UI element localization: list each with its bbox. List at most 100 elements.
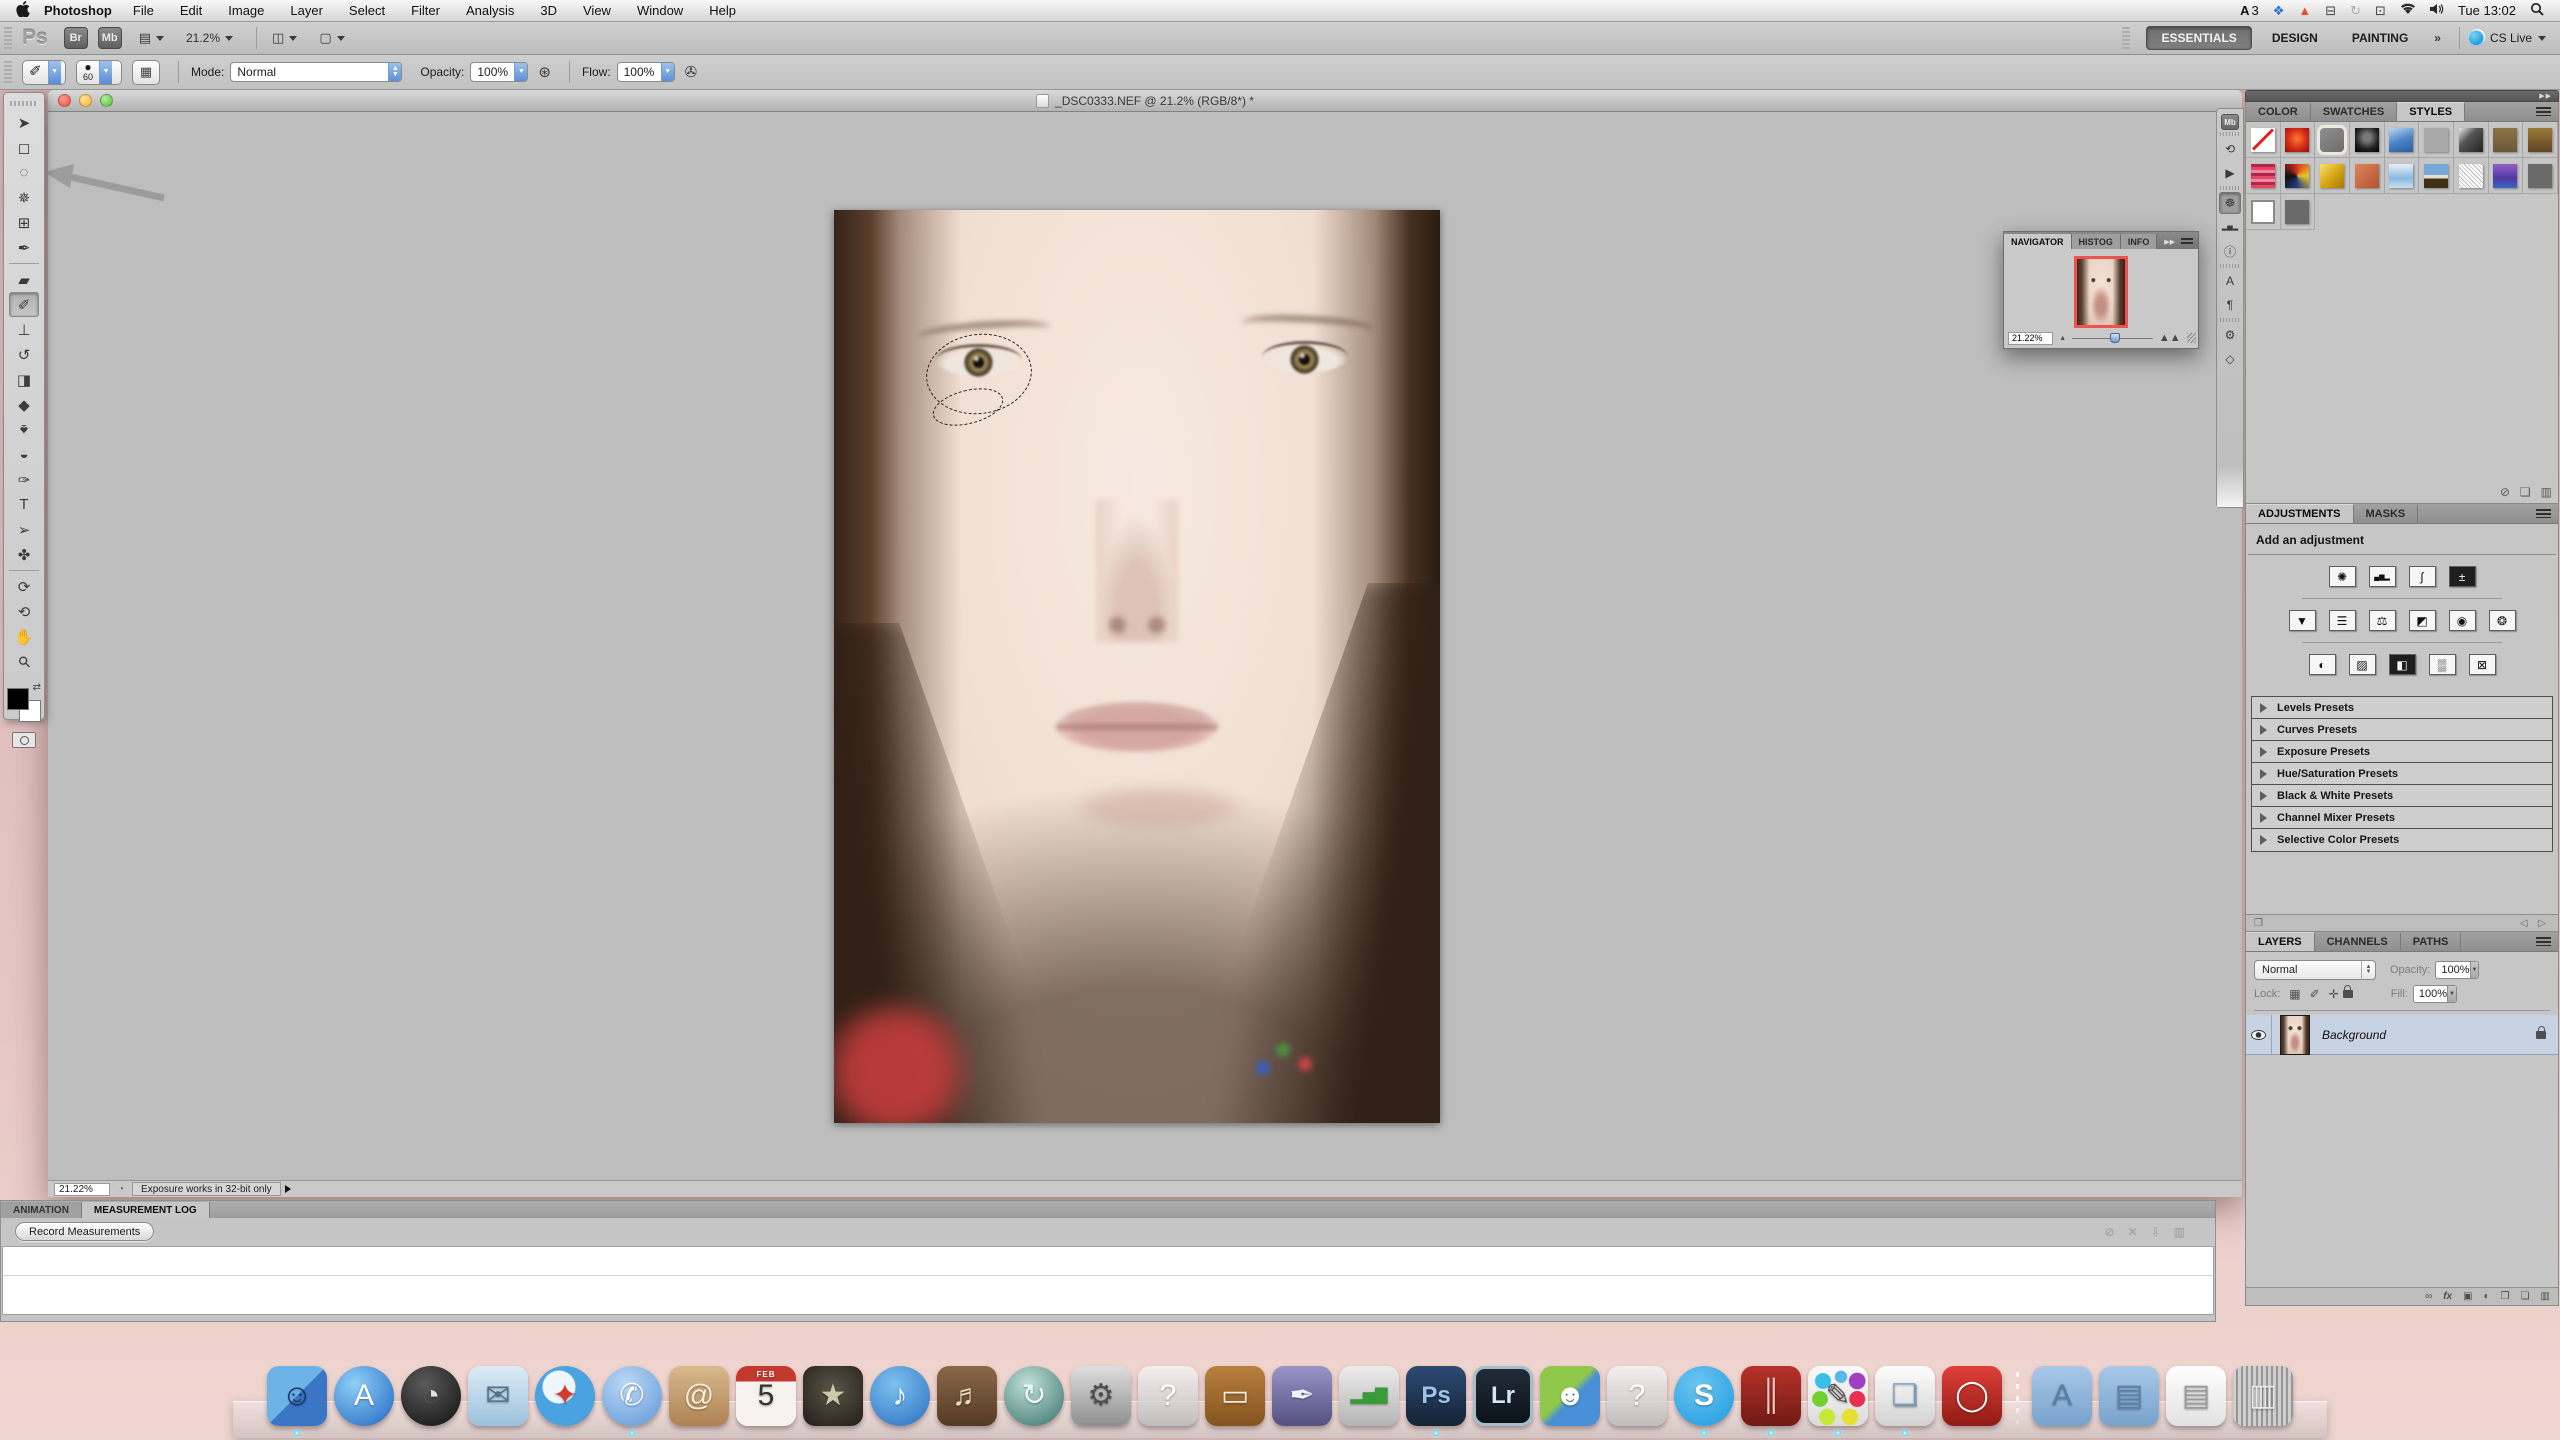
- preset-selective-color-presets[interactable]: Selective Color Presets: [2252, 829, 2552, 851]
- gradient-map-icon[interactable]: ▒: [2429, 654, 2456, 675]
- expanded-view-icon[interactable]: ❒: [2254, 918, 2263, 929]
- clear-style-icon[interactable]: ⊘: [2500, 485, 2510, 499]
- minimize-button[interactable]: [79, 94, 92, 107]
- style-none[interactable]: [2246, 122, 2281, 158]
- toggle-brush-panel-button[interactable]: ▦: [132, 60, 160, 85]
- healing-brush-tool[interactable]: ▰: [9, 267, 39, 292]
- screen-mode-button[interactable]: ▢: [312, 27, 351, 49]
- color-balance-icon[interactable]: ⚖: [2369, 610, 2396, 631]
- lock-transparency-icon[interactable]: ▦: [2289, 987, 2300, 1001]
- zoom-tool[interactable]: ⚲: [9, 649, 39, 674]
- quick-selection-tool[interactable]: ✵: [9, 185, 39, 210]
- zoom-in-icon[interactable]: ▲▲: [2159, 332, 2181, 344]
- mini-bridge-icon[interactable]: Mb: [2221, 114, 2239, 130]
- photo-filter-icon[interactable]: ◉: [2449, 610, 2476, 631]
- adobe-updater-icon[interactable]: A3: [2240, 3, 2259, 18]
- 3d-panel-icon[interactable]: ◇: [2219, 348, 2241, 370]
- new-layer-icon[interactable]: ❏: [2521, 1291, 2530, 1302]
- character-icon[interactable]: A: [2219, 270, 2241, 292]
- style-olive[interactable]: [2489, 122, 2524, 158]
- workspace-design[interactable]: DESIGN: [2258, 27, 2332, 49]
- style-abstract[interactable]: [2281, 158, 2316, 194]
- export-measurements-icon[interactable]: ⇩: [2151, 1225, 2161, 1239]
- document-titlebar[interactable]: _DSC0333.NEF @ 21.2% (RGB/8*) *: [48, 90, 2242, 112]
- history-brush-tool[interactable]: ↺: [9, 342, 39, 367]
- preset-black-white-presets[interactable]: Black & White Presets: [2252, 785, 2552, 807]
- dock-lightroom-icon[interactable]: Lr: [1473, 1366, 1533, 1426]
- blur-tool[interactable]: ♠: [9, 417, 39, 442]
- dock-adobe-air-icon[interactable]: ◯: [1942, 1366, 2002, 1426]
- tool-presets-icon[interactable]: ⚙: [2219, 324, 2241, 346]
- layer-fill-field[interactable]: 100%▼: [2413, 985, 2457, 1003]
- zoom-out-icon[interactable]: ▲: [2059, 335, 2066, 342]
- hand-tool[interactable]: ✋: [9, 624, 39, 649]
- collapse-to-icons-bar[interactable]: ▶▶: [2245, 90, 2559, 102]
- lock-paint-icon[interactable]: ✐: [2310, 987, 2320, 1001]
- marquee-tool[interactable]: ◻: [9, 135, 39, 160]
- menu-item-help[interactable]: Help: [696, 3, 749, 18]
- tab-layers[interactable]: LAYERS: [2246, 932, 2315, 951]
- layer-row-background[interactable]: Background: [2246, 1015, 2558, 1055]
- posterize-icon[interactable]: ▨: [2349, 654, 2376, 675]
- layer-style-icon[interactable]: fx: [2443, 1291, 2452, 1302]
- delete-style-icon[interactable]: ▥: [2541, 485, 2552, 499]
- style-outline[interactable]: [2246, 194, 2281, 230]
- tab-styles[interactable]: STYLES: [2397, 102, 2465, 121]
- brush-tool[interactable]: ✐: [9, 292, 39, 317]
- style-brown-gradient[interactable]: [2523, 122, 2558, 158]
- eyedropper-tool[interactable]: ✒: [9, 235, 39, 260]
- navigator-tab-info[interactable]: INFO: [2121, 234, 2158, 249]
- panel-menu-icon[interactable]: [2536, 107, 2551, 116]
- dock-numbers-icon[interactable]: ▂▅▇: [1339, 1366, 1399, 1426]
- lock-all-icon[interactable]: [2343, 990, 2353, 998]
- view-extras-button[interactable]: ▤: [132, 27, 171, 49]
- clone-stamp-tool[interactable]: ⊥: [9, 317, 39, 342]
- path-selection-tool[interactable]: ➢: [9, 517, 39, 542]
- panel-menu-icon[interactable]: [2181, 238, 2193, 246]
- menu-item-window[interactable]: Window: [624, 3, 696, 18]
- brightness-contrast-icon[interactable]: ✺: [2329, 566, 2356, 587]
- vibrance-icon[interactable]: ▼: [2289, 610, 2316, 631]
- threshold-icon[interactable]: ◧: [2389, 654, 2416, 675]
- zoom-level-button[interactable]: 21.2%: [179, 27, 240, 49]
- 3d-rotate-tool[interactable]: ⟳: [9, 574, 39, 599]
- apple-menu-icon[interactable]: [16, 1, 30, 20]
- display-icon[interactable]: ⊡: [2375, 3, 2386, 19]
- style-gold[interactable]: [2315, 158, 2350, 194]
- swap-colors-icon[interactable]: ⇄: [33, 682, 41, 693]
- mode-dropdown[interactable]: Normal ▲▼: [230, 62, 402, 82]
- menu-item-filter[interactable]: Filter: [398, 3, 453, 18]
- style-blue-gloss[interactable]: [2385, 122, 2420, 158]
- menu-item-view[interactable]: View: [570, 3, 624, 18]
- navigator-tab-histog[interactable]: HISTOG: [2072, 234, 2121, 249]
- brush-size-picker[interactable]: ●60 ▼: [76, 60, 122, 85]
- dock-documents-folder-icon[interactable]: ▤: [2099, 1366, 2159, 1426]
- preset-exposure-presets[interactable]: Exposure Presets: [2252, 741, 2552, 763]
- navigator-thumbnail[interactable]: [2074, 256, 2128, 328]
- invert-icon[interactable]: ◐: [2309, 654, 2336, 675]
- scanner-icon[interactable]: ⊟: [2325, 3, 2336, 19]
- navigator-tab-navigator[interactable]: NAVIGATOR: [2004, 234, 2072, 249]
- exposure-icon[interactable]: ±: [2449, 566, 2476, 587]
- delete-layer-icon[interactable]: ▥: [2541, 1291, 2550, 1302]
- dock-sysprefs-icon[interactable]: ⚙: [1071, 1366, 1131, 1426]
- style-red-glow[interactable]: [2281, 122, 2316, 158]
- style-dark-gradient[interactable]: [2454, 122, 2489, 158]
- volume-icon[interactable]: [2430, 3, 2444, 18]
- panel-resize-grip[interactable]: [2187, 333, 2196, 343]
- style-flat-gray[interactable]: [2419, 122, 2454, 158]
- quick-mask-button[interactable]: [12, 732, 36, 748]
- zoom-window-button[interactable]: [100, 94, 113, 107]
- tab-adjustments[interactable]: ADJUSTMENTS: [2246, 504, 2354, 523]
- workspace-essentials[interactable]: ESSENTIALS: [2146, 26, 2251, 50]
- dock-applications-folder-icon[interactable]: A: [2032, 1366, 2092, 1426]
- brush-preset-picker[interactable]: ✐ ▼: [22, 60, 66, 85]
- dock-garageband-icon[interactable]: ♬: [937, 1366, 997, 1426]
- cone-icon[interactable]: ▲: [2298, 3, 2311, 18]
- menu-clock[interactable]: Tue 13:02: [2458, 3, 2516, 18]
- launch-minibridge-button[interactable]: Mb: [98, 27, 122, 49]
- adjustments-nav-arrows[interactable]: ◁ ▷: [2520, 918, 2550, 929]
- style-black-orb[interactable]: [2350, 122, 2385, 158]
- sync-icon[interactable]: ↻: [2350, 3, 2361, 19]
- navigator-icon[interactable]: ☸: [2219, 192, 2241, 214]
